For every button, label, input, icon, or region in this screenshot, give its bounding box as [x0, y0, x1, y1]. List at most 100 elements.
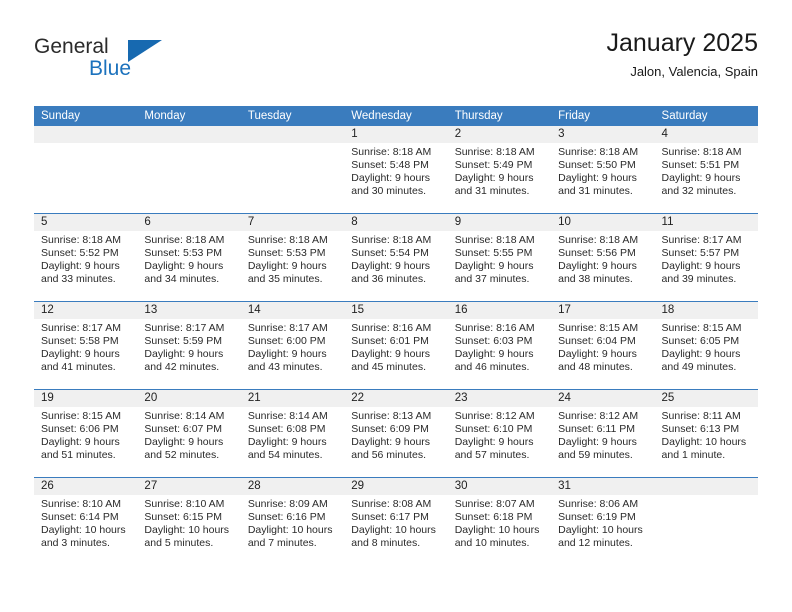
day-cell-14[interactable]: Sunrise: 8:17 AM Sunset: 6:00 PM Daylight:…: [241, 319, 344, 389]
day-number-30[interactable]: 30: [448, 478, 551, 495]
day-cell-4[interactable]: Sunrise: 8:18 AM Sunset: 5:51 PM Daylight:…: [655, 143, 758, 213]
week-day-details: Sunrise: 8:18 AM Sunset: 5:48 PM Daylight:…: [34, 143, 758, 213]
day-cell-22[interactable]: Sunrise: 8:13 AM Sunset: 6:09 PM Daylight:…: [344, 407, 447, 477]
day-cell-20[interactable]: Sunrise: 8:14 AM Sunset: 6:07 PM Daylight:…: [137, 407, 240, 477]
day-cell-18[interactable]: Sunrise: 8:15 AM Sunset: 6:05 PM Daylight:…: [655, 319, 758, 389]
day-number-24[interactable]: 24: [551, 390, 654, 407]
day-cell-3[interactable]: Sunrise: 8:18 AM Sunset: 5:50 PM Daylight:…: [551, 143, 654, 213]
day-cell-1[interactable]: Sunrise: 8:18 AM Sunset: 5:48 PM Daylight:…: [344, 143, 447, 213]
day-number-6[interactable]: 6: [137, 214, 240, 231]
day-number-25[interactable]: 25: [655, 390, 758, 407]
page-subtitle: Jalon, Valencia, Spain: [630, 63, 758, 79]
sunrise-text: Sunrise: 8:11 AM: [661, 410, 741, 422]
day-number-28[interactable]: 28: [241, 478, 344, 495]
day-number-8[interactable]: 8: [344, 214, 447, 231]
sunset-text: Sunset: 6:07 PM: [144, 423, 223, 436]
sunrise-text: Sunrise: 8:13 AM: [351, 410, 432, 422]
sunset-text: Sunset: 6:13 PM: [661, 423, 740, 436]
day-number-9[interactable]: 9: [448, 214, 551, 231]
day-number-18[interactable]: 18: [655, 302, 758, 319]
day-number-5[interactable]: 5: [34, 214, 137, 231]
daylight-text-line1: Daylight: 10 hours: [454, 524, 540, 537]
day-cell-12[interactable]: Sunrise: 8:17 AM Sunset: 5:58 PM Daylight:…: [34, 319, 137, 389]
daylight-text-line2: and 35 minutes.: [247, 273, 323, 286]
day-number-11[interactable]: 11: [655, 214, 758, 231]
day-cell-26[interactable]: Sunrise: 8:10 AM Sunset: 6:14 PM Daylight:…: [34, 495, 137, 565]
day-number-23[interactable]: 23: [448, 390, 551, 407]
day-cell-17[interactable]: Sunrise: 8:15 AM Sunset: 6:04 PM Daylight:…: [551, 319, 654, 389]
day-cell-6[interactable]: Sunrise: 8:18 AM Sunset: 5:53 PM Daylight:…: [137, 231, 240, 301]
day-number-26[interactable]: 26: [34, 478, 137, 495]
sunrise-text: Sunrise: 8:15 AM: [558, 322, 639, 334]
sunrise-text: Sunrise: 8:14 AM: [247, 410, 328, 422]
day-number-20[interactable]: 20: [137, 390, 240, 407]
sunrise-text: Sunrise: 8:09 AM: [247, 498, 328, 510]
day-cell-15[interactable]: Sunrise: 8:16 AM Sunset: 6:01 PM Daylight:…: [344, 319, 447, 389]
day-number-14[interactable]: 14: [241, 302, 344, 319]
day-number-22[interactable]: 22: [344, 390, 447, 407]
daylight-text-line1: Daylight: 9 hours: [247, 436, 327, 449]
day-cell-29[interactable]: Sunrise: 8:08 AM Sunset: 6:17 PM Daylight:…: [344, 495, 447, 565]
day-cell-21[interactable]: Sunrise: 8:14 AM Sunset: 6:08 PM Daylight:…: [241, 407, 344, 477]
day-number-16[interactable]: 16: [448, 302, 551, 319]
day-number-27[interactable]: 27: [137, 478, 240, 495]
sunset-text: Sunset: 6:01 PM: [351, 335, 429, 348]
day-number-7[interactable]: 7: [241, 214, 344, 231]
sunset-text: Sunset: 6:10 PM: [454, 423, 533, 436]
day-cell-19[interactable]: Sunrise: 8:15 AM Sunset: 6:06 PM Daylight:…: [34, 407, 137, 477]
day-cell-31[interactable]: Sunrise: 8:06 AM Sunset: 6:19 PM Daylight:…: [551, 495, 654, 565]
day-cell-28[interactable]: Sunrise: 8:09 AM Sunset: 6:16 PM Daylight:…: [241, 495, 344, 565]
title-block: January 2025 Jalon, Valencia, Spain: [606, 29, 758, 79]
day-cell-5[interactable]: Sunrise: 8:18 AM Sunset: 5:52 PM Daylight:…: [34, 231, 137, 301]
week-day-details: Sunrise: 8:17 AM Sunset: 5:58 PM Daylight:…: [34, 319, 758, 389]
sunset-text: Sunset: 6:08 PM: [247, 423, 326, 436]
daylight-text-line1: Daylight: 9 hours: [558, 260, 637, 273]
day-cell-7[interactable]: Sunrise: 8:18 AM Sunset: 5:53 PM Daylight:…: [241, 231, 344, 301]
day-cell-24[interactable]: Sunrise: 8:12 AM Sunset: 6:11 PM Daylight:…: [551, 407, 654, 477]
daylight-text-line2: and 31 minutes.: [454, 185, 530, 198]
day-number-31[interactable]: 31: [551, 478, 654, 495]
day-number-13[interactable]: 13: [137, 302, 240, 319]
day-number-3[interactable]: 3: [551, 126, 654, 143]
day-cell-8[interactable]: Sunrise: 8:18 AM Sunset: 5:54 PM Daylight:…: [344, 231, 447, 301]
sunrise-text: Sunrise: 8:17 AM: [41, 322, 121, 334]
daylight-text-line1: Daylight: 9 hours: [454, 260, 534, 273]
day-number-19[interactable]: 19: [34, 390, 137, 407]
calendar-week-row: 5 6 7 8 9 10 11 Sunrise: 8:18 AM Sunset: 5:52 PM…: [34, 213, 758, 301]
day-cell-2[interactable]: Sunrise: 8:18 AM Sunset: 5:49 PM Daylight:…: [448, 143, 551, 213]
day-cell-27[interactable]: Sunrise: 8:10 AM Sunset: 6:15 PM Daylight:…: [137, 495, 240, 565]
day-cell-23[interactable]: Sunrise: 8:12 AM Sunset: 6:10 PM Daylight:…: [448, 407, 551, 477]
general-blue-logo[interactable]: General Blue: [34, 32, 254, 94]
sunset-text: Sunset: 5:53 PM: [247, 247, 326, 260]
day-number-10[interactable]: 10: [551, 214, 654, 231]
sunset-text: Sunset: 5:50 PM: [558, 159, 636, 172]
page-title: January 2025: [606, 29, 758, 57]
logo-text-blue: Blue: [89, 57, 132, 80]
day-number-15[interactable]: 15: [344, 302, 447, 319]
daylight-text-line1: Daylight: 9 hours: [661, 348, 741, 361]
day-number-empty: [655, 478, 758, 495]
calendar-week-row: 1 2 3 4 Sunrise: 8:18 AM Sunset: 5:48 PM Dayli…: [34, 126, 758, 213]
day-of-week-header: Sunday Monday Tuesday Wednesday Thursday Frid…: [34, 106, 758, 126]
day-cell-30[interactable]: Sunrise: 8:07 AM Sunset: 6:18 PM Daylight:…: [448, 495, 551, 565]
day-cell-25[interactable]: Sunrise: 8:11 AM Sunset: 6:13 PM Daylight:…: [655, 407, 758, 477]
sunset-text: Sunset: 5:58 PM: [41, 335, 119, 348]
daylight-text-line2: and 51 minutes.: [41, 449, 116, 462]
daylight-text-line1: Daylight: 9 hours: [558, 348, 637, 361]
day-number-21[interactable]: 21: [241, 390, 344, 407]
sunset-text: Sunset: 6:00 PM: [247, 335, 326, 348]
day-number-17[interactable]: 17: [551, 302, 654, 319]
day-number-12[interactable]: 12: [34, 302, 137, 319]
day-cell-11[interactable]: Sunrise: 8:17 AM Sunset: 5:57 PM Daylight:…: [655, 231, 758, 301]
day-cell-9[interactable]: Sunrise: 8:18 AM Sunset: 5:55 PM Daylight:…: [448, 231, 551, 301]
day-cell-16[interactable]: Sunrise: 8:16 AM Sunset: 6:03 PM Daylight:…: [448, 319, 551, 389]
sunrise-text: Sunrise: 8:12 AM: [454, 410, 535, 422]
day-number-2[interactable]: 2: [448, 126, 551, 143]
day-cell-13[interactable]: Sunrise: 8:17 AM Sunset: 5:59 PM Daylight:…: [137, 319, 240, 389]
day-number-29[interactable]: 29: [344, 478, 447, 495]
day-cell-10[interactable]: Sunrise: 8:18 AM Sunset: 5:56 PM Daylight:…: [551, 231, 654, 301]
sunset-text: Sunset: 6:14 PM: [41, 511, 119, 524]
day-number-4[interactable]: 4: [655, 126, 758, 143]
sunrise-text: Sunrise: 8:17 AM: [661, 234, 742, 246]
day-number-1[interactable]: 1: [344, 126, 447, 143]
